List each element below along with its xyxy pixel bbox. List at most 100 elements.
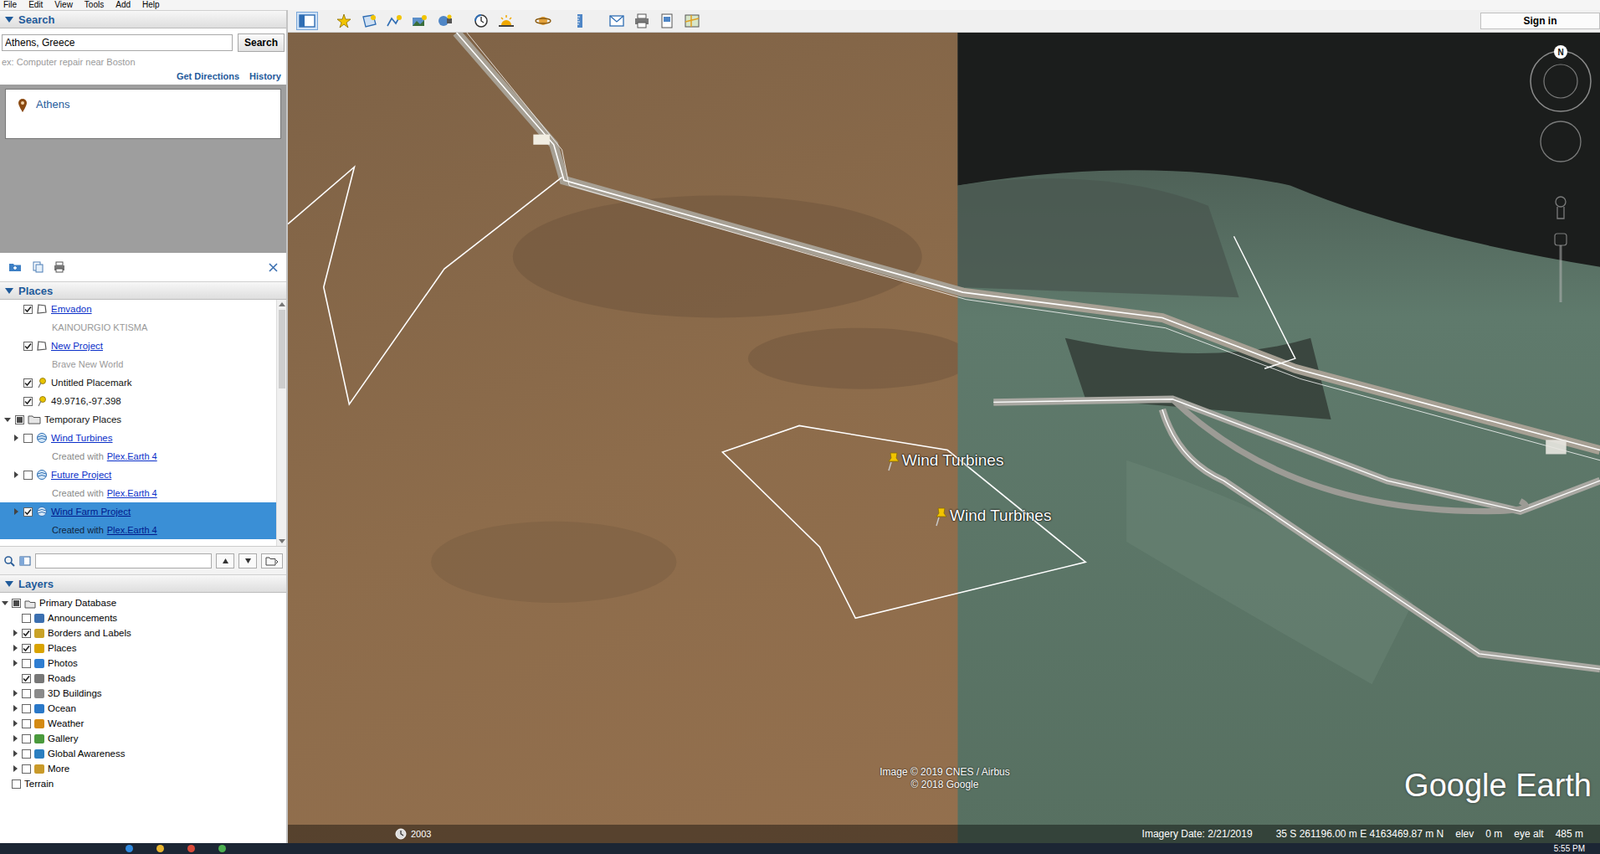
place-link[interactable]: Emvadon xyxy=(51,303,93,314)
view-in-maps-button[interactable] xyxy=(681,11,703,31)
credit-link[interactable]: Plex.Earth 4 xyxy=(107,524,158,535)
previous-button[interactable] xyxy=(215,553,235,569)
search-link[interactable]: History xyxy=(249,71,282,82)
place-link[interactable]: Wind Turbines xyxy=(51,432,113,443)
scrollbar[interactable] xyxy=(276,299,287,546)
search-icon[interactable] xyxy=(3,554,16,567)
layer-item[interactable]: Photos xyxy=(0,655,287,671)
credit-link[interactable]: Plex.Earth 4 xyxy=(107,487,158,498)
checkbox[interactable] xyxy=(23,507,33,517)
place-link[interactable]: Future Project xyxy=(51,469,112,480)
close-icon[interactable] xyxy=(268,262,278,272)
search-input[interactable] xyxy=(1,34,233,52)
layer-item[interactable]: More xyxy=(0,760,287,776)
checkbox[interactable] xyxy=(21,643,31,653)
layer-item[interactable]: Announcements xyxy=(0,610,287,626)
checkbox[interactable] xyxy=(21,628,31,638)
menu-item[interactable]: Add xyxy=(115,0,131,11)
add-placemark-button[interactable] xyxy=(333,11,355,31)
menu-item[interactable]: Help xyxy=(142,0,160,11)
menu-item[interactable]: Tools xyxy=(84,0,104,11)
checkbox[interactable] xyxy=(11,779,21,789)
copy-icon[interactable] xyxy=(31,261,44,273)
place-item[interactable]: Untitled Placemark xyxy=(0,373,277,392)
satellite-imagery[interactable] xyxy=(287,32,1600,843)
checkbox[interactable] xyxy=(23,433,33,443)
expand-toggle[interactable] xyxy=(14,471,19,478)
sign-in-button[interactable]: Sign in xyxy=(1480,12,1600,30)
layer-item[interactable]: Terrain xyxy=(0,775,287,791)
checkbox[interactable] xyxy=(21,673,31,683)
place-label[interactable]: 49.9716,-97.398 xyxy=(51,395,122,406)
place-item[interactable]: Temporary Places xyxy=(0,410,277,429)
print-button[interactable] xyxy=(630,11,653,31)
layer-item[interactable]: 3D Buildings xyxy=(0,685,287,701)
layer-item[interactable]: Roads xyxy=(0,670,287,686)
search-result[interactable]: Athens xyxy=(17,97,269,113)
layers-header[interactable]: Layers xyxy=(0,574,287,593)
layer-item[interactable]: Weather xyxy=(0,715,287,731)
place-item[interactable]: Emvadon KAINOURGIO KTISMA xyxy=(0,299,277,337)
checkbox[interactable] xyxy=(21,703,31,713)
ruler-button[interactable] xyxy=(569,11,591,31)
layer-item[interactable]: Global Awareness xyxy=(0,745,287,761)
save-image-button[interactable] xyxy=(656,11,678,31)
layer-item[interactable]: Ocean xyxy=(0,700,287,716)
checkbox[interactable] xyxy=(21,718,31,729)
place-label[interactable]: Temporary Places xyxy=(44,414,122,425)
checkbox[interactable] xyxy=(15,415,25,425)
search-header[interactable]: Search xyxy=(0,10,287,29)
expand-toggle[interactable] xyxy=(14,507,19,515)
layer-item[interactable]: Primary Database xyxy=(0,594,287,611)
email-button[interactable] xyxy=(605,11,628,31)
place-item[interactable]: New Project Brave New World xyxy=(0,336,277,374)
layer-item[interactable]: Borders and Labels xyxy=(0,625,287,641)
checkbox[interactable] xyxy=(23,396,33,406)
place-link[interactable]: Wind Farm Project xyxy=(51,506,131,517)
place-item[interactable]: Wind Turbines Created with Plex.Earth 4 xyxy=(0,428,277,466)
sunlight-button[interactable] xyxy=(495,11,518,31)
menu-item[interactable]: Edit xyxy=(28,0,43,11)
places-filter-input[interactable] xyxy=(35,553,212,569)
menu-item[interactable]: File xyxy=(3,0,17,11)
checkbox[interactable] xyxy=(21,748,31,759)
search-button[interactable]: Search xyxy=(237,33,285,52)
planets-button[interactable] xyxy=(532,11,554,31)
image-overlay-button[interactable] xyxy=(408,11,431,31)
layer-item[interactable]: Places xyxy=(0,640,287,656)
placemark[interactable]: Wind Turbines xyxy=(887,451,1004,472)
folder-view-button[interactable] xyxy=(261,553,283,569)
place-link[interactable]: New Project xyxy=(51,340,103,351)
navigation-controls[interactable]: N xyxy=(1523,34,1599,303)
checkbox[interactable] xyxy=(11,598,21,608)
historical-imagery-button[interactable] xyxy=(470,11,493,31)
record-tour-button[interactable] xyxy=(433,11,456,31)
place-label[interactable]: Untitled Placemark xyxy=(51,377,133,388)
checkbox[interactable] xyxy=(21,613,31,623)
sidebar-toggle-button[interactable] xyxy=(296,11,318,31)
add-path-button[interactable] xyxy=(383,11,406,31)
search-link[interactable]: Get Directions xyxy=(176,71,240,82)
expand-toggle[interactable] xyxy=(14,434,19,442)
menu-item[interactable]: View xyxy=(54,0,73,11)
checkbox[interactable] xyxy=(23,470,33,480)
checkbox[interactable] xyxy=(23,304,33,314)
checkbox[interactable] xyxy=(23,341,33,351)
checkbox[interactable] xyxy=(21,658,31,668)
places-header[interactable]: Places xyxy=(0,281,287,300)
checkbox[interactable] xyxy=(21,764,31,774)
placemark[interactable]: Wind Turbines xyxy=(934,506,1052,527)
credit-link[interactable]: Plex.Earth 4 xyxy=(107,451,158,462)
place-item[interactable]: Wind Farm Project Created with Plex.Eart… xyxy=(0,502,277,539)
add-polygon-button[interactable] xyxy=(358,11,380,31)
checkbox[interactable] xyxy=(21,688,31,698)
print-icon[interactable] xyxy=(53,261,66,273)
panel-toggle-icon[interactable] xyxy=(19,554,31,567)
historical-imagery[interactable]: 2003 xyxy=(394,827,431,840)
next-button[interactable] xyxy=(238,553,257,569)
checkbox[interactable] xyxy=(23,378,33,388)
place-item[interactable]: 49.9716,-97.398 xyxy=(0,391,277,411)
layer-item[interactable]: Gallery xyxy=(0,730,287,746)
expand-toggle[interactable] xyxy=(4,417,11,422)
map-view[interactable]: Wind Turbines Wind Turbines N Image © 20… xyxy=(287,32,1600,843)
